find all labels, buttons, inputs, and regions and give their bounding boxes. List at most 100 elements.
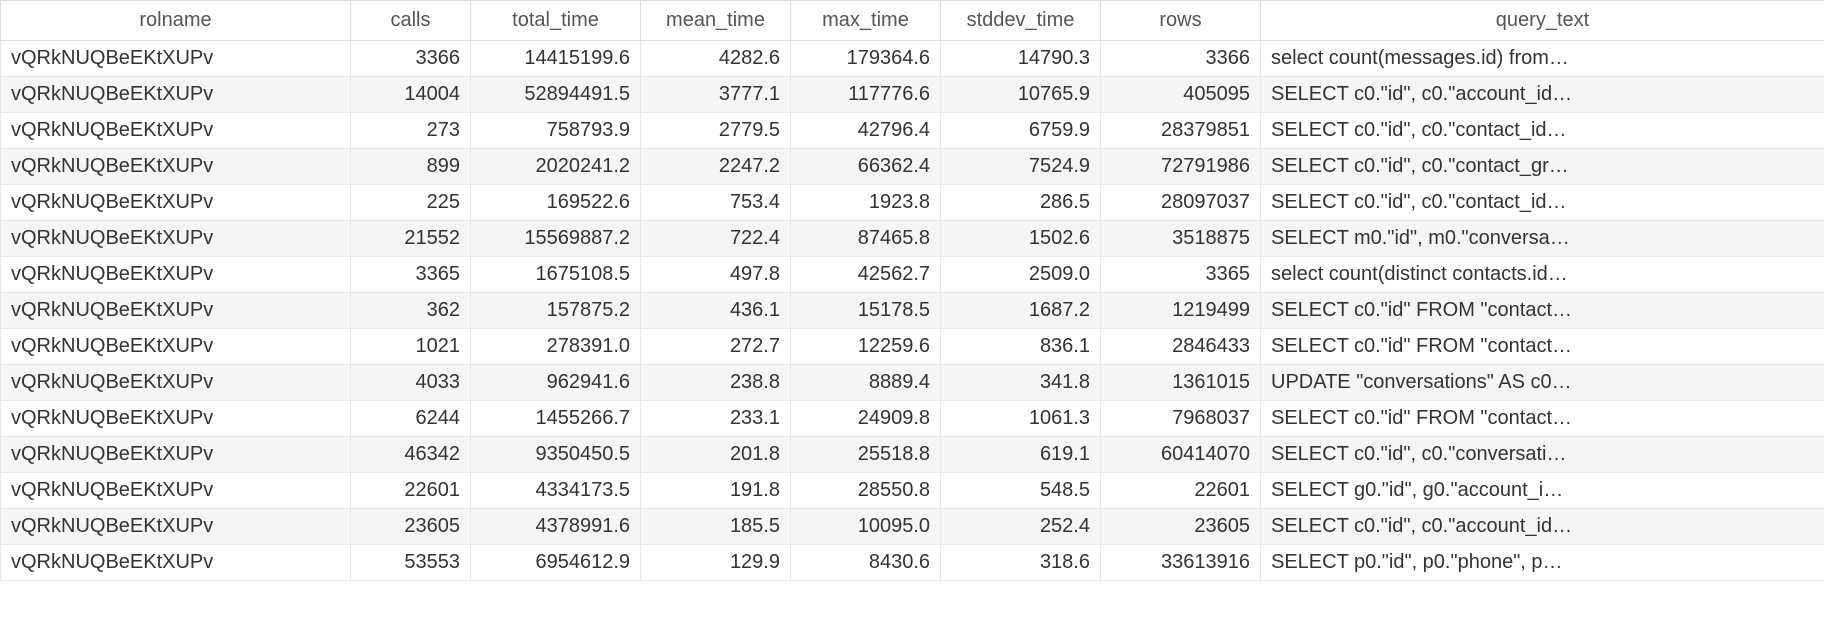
cell-total_time: 4378991.6: [471, 509, 641, 545]
cell-stddev_time: 7524.9: [941, 149, 1101, 185]
cell-rows: 23605: [1101, 509, 1261, 545]
cell-mean_time: 238.8: [641, 365, 791, 401]
cell-calls: 46342: [351, 437, 471, 473]
cell-calls: 21552: [351, 221, 471, 257]
table-row[interactable]: vQRkNUQBeEKtXUPv535536954612.9129.98430.…: [1, 545, 1824, 581]
cell-stddev_time: 1687.2: [941, 293, 1101, 329]
cell-stddev_time: 1061.3: [941, 401, 1101, 437]
cell-mean_time: 436.1: [641, 293, 791, 329]
cell-rolname: vQRkNUQBeEKtXUPv: [1, 221, 351, 257]
cell-mean_time: 722.4: [641, 221, 791, 257]
table-row[interactable]: vQRkNUQBeEKtXUPv62441455266.7233.124909.…: [1, 401, 1824, 437]
table-body: vQRkNUQBeEKtXUPv336614415199.64282.61793…: [1, 41, 1824, 581]
cell-query_text: select count(messages.id) from…: [1261, 41, 1824, 77]
table-row[interactable]: vQRkNUQBeEKtXUPv33651675108.5497.842562.…: [1, 257, 1824, 293]
cell-total_time: 157875.2: [471, 293, 641, 329]
cell-query_text: SELECT c0."id", c0."contact_gr…: [1261, 149, 1824, 185]
cell-rows: 3518875: [1101, 221, 1261, 257]
column-header-calls[interactable]: calls: [351, 1, 471, 41]
cell-stddev_time: 6759.9: [941, 113, 1101, 149]
cell-mean_time: 129.9: [641, 545, 791, 581]
cell-rows: 22601: [1101, 473, 1261, 509]
cell-calls: 53553: [351, 545, 471, 581]
cell-total_time: 15569887.2: [471, 221, 641, 257]
cell-rows: 28379851: [1101, 113, 1261, 149]
cell-max_time: 25518.8: [791, 437, 941, 473]
cell-query_text: SELECT c0."id", c0."account_id…: [1261, 509, 1824, 545]
cell-rows: 7968037: [1101, 401, 1261, 437]
table-row[interactable]: vQRkNUQBeEKtXUPv463429350450.5201.825518…: [1, 437, 1824, 473]
cell-mean_time: 3777.1: [641, 77, 791, 113]
table-row[interactable]: vQRkNUQBeEKtXUPv2155215569887.2722.48746…: [1, 221, 1824, 257]
cell-rolname: vQRkNUQBeEKtXUPv: [1, 401, 351, 437]
cell-rolname: vQRkNUQBeEKtXUPv: [1, 257, 351, 293]
cell-max_time: 15178.5: [791, 293, 941, 329]
cell-max_time: 117776.6: [791, 77, 941, 113]
table-row[interactable]: vQRkNUQBeEKtXUPv225169522.6753.41923.828…: [1, 185, 1824, 221]
column-header-rows[interactable]: rows: [1101, 1, 1261, 41]
cell-rolname: vQRkNUQBeEKtXUPv: [1, 149, 351, 185]
cell-mean_time: 2779.5: [641, 113, 791, 149]
cell-total_time: 2020241.2: [471, 149, 641, 185]
table-row[interactable]: vQRkNUQBeEKtXUPv226014334173.5191.828550…: [1, 473, 1824, 509]
column-header-total_time[interactable]: total_time: [471, 1, 641, 41]
cell-mean_time: 201.8: [641, 437, 791, 473]
cell-mean_time: 4282.6: [641, 41, 791, 77]
table-row[interactable]: vQRkNUQBeEKtXUPv8992020241.22247.266362.…: [1, 149, 1824, 185]
cell-query_text: SELECT m0."id", m0."conversa…: [1261, 221, 1824, 257]
cell-rows: 3366: [1101, 41, 1261, 77]
cell-calls: 23605: [351, 509, 471, 545]
table-row[interactable]: vQRkNUQBeEKtXUPv236054378991.6185.510095…: [1, 509, 1824, 545]
cell-max_time: 42562.7: [791, 257, 941, 293]
cell-stddev_time: 318.6: [941, 545, 1101, 581]
cell-rows: 3365: [1101, 257, 1261, 293]
table-row[interactable]: vQRkNUQBeEKtXUPv273758793.92779.542796.4…: [1, 113, 1824, 149]
cell-stddev_time: 836.1: [941, 329, 1101, 365]
table-row[interactable]: vQRkNUQBeEKtXUPv4033962941.6238.88889.43…: [1, 365, 1824, 401]
column-header-max_time[interactable]: max_time: [791, 1, 941, 41]
cell-calls: 3366: [351, 41, 471, 77]
cell-total_time: 14415199.6: [471, 41, 641, 77]
query-stats-table[interactable]: rolnamecallstotal_timemean_timemax_times…: [0, 0, 1824, 581]
cell-mean_time: 497.8: [641, 257, 791, 293]
table-header: rolnamecallstotal_timemean_timemax_times…: [1, 1, 1824, 41]
cell-calls: 4033: [351, 365, 471, 401]
table-row[interactable]: vQRkNUQBeEKtXUPv336614415199.64282.61793…: [1, 41, 1824, 77]
table-row[interactable]: vQRkNUQBeEKtXUPv1400452894491.53777.1117…: [1, 77, 1824, 113]
cell-total_time: 962941.6: [471, 365, 641, 401]
cell-query_text: select count(distinct contacts.id…: [1261, 257, 1824, 293]
cell-calls: 22601: [351, 473, 471, 509]
cell-total_time: 758793.9: [471, 113, 641, 149]
cell-max_time: 10095.0: [791, 509, 941, 545]
cell-rolname: vQRkNUQBeEKtXUPv: [1, 77, 351, 113]
cell-query_text: SELECT c0."id" FROM "contact…: [1261, 401, 1824, 437]
cell-calls: 225: [351, 185, 471, 221]
table-row[interactable]: vQRkNUQBeEKtXUPv1021278391.0272.712259.6…: [1, 329, 1824, 365]
cell-query_text: UPDATE "conversations" AS c0…: [1261, 365, 1824, 401]
cell-query_text: SELECT c0."id", c0."contact_id…: [1261, 185, 1824, 221]
cell-rows: 60414070: [1101, 437, 1261, 473]
column-header-query_text[interactable]: query_text: [1261, 1, 1824, 41]
cell-query_text: SELECT c0."id", c0."contact_id…: [1261, 113, 1824, 149]
column-header-rolname[interactable]: rolname: [1, 1, 351, 41]
cell-rolname: vQRkNUQBeEKtXUPv: [1, 509, 351, 545]
cell-query_text: SELECT g0."id", g0."account_i…: [1261, 473, 1824, 509]
cell-max_time: 87465.8: [791, 221, 941, 257]
table-row[interactable]: vQRkNUQBeEKtXUPv362157875.2436.115178.51…: [1, 293, 1824, 329]
cell-total_time: 1455266.7: [471, 401, 641, 437]
cell-stddev_time: 286.5: [941, 185, 1101, 221]
cell-calls: 362: [351, 293, 471, 329]
cell-stddev_time: 2509.0: [941, 257, 1101, 293]
cell-total_time: 6954612.9: [471, 545, 641, 581]
column-header-stddev_time[interactable]: stddev_time: [941, 1, 1101, 41]
cell-rolname: vQRkNUQBeEKtXUPv: [1, 365, 351, 401]
cell-rows: 405095: [1101, 77, 1261, 113]
cell-stddev_time: 1502.6: [941, 221, 1101, 257]
cell-rolname: vQRkNUQBeEKtXUPv: [1, 293, 351, 329]
column-header-mean_time[interactable]: mean_time: [641, 1, 791, 41]
cell-calls: 273: [351, 113, 471, 149]
cell-rows: 33613916: [1101, 545, 1261, 581]
cell-max_time: 66362.4: [791, 149, 941, 185]
cell-max_time: 8889.4: [791, 365, 941, 401]
cell-stddev_time: 548.5: [941, 473, 1101, 509]
